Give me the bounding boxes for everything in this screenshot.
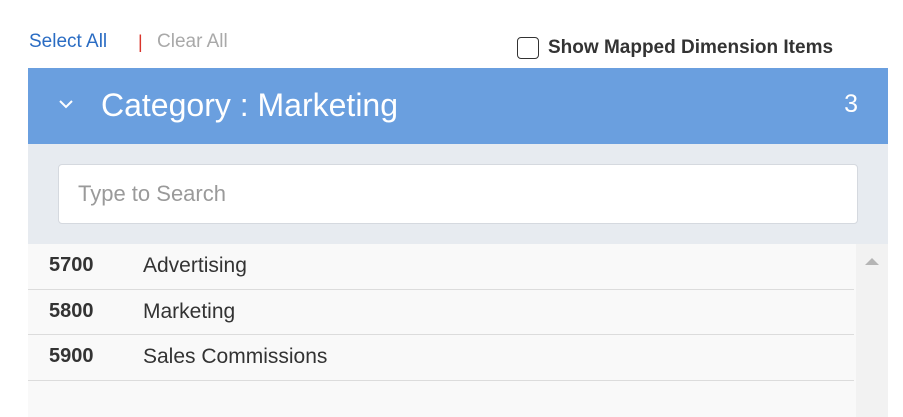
show-mapped-toggle[interactable]: Show Mapped Dimension Items (517, 37, 833, 59)
list-item[interactable]: 5800 Marketing (28, 290, 854, 335)
category-title: Category : Marketing (101, 87, 399, 123)
item-name: Sales Commissions (143, 345, 328, 368)
item-name: Marketing (143, 299, 236, 323)
action-separator: | (138, 32, 143, 52)
list-scrollbar[interactable] (856, 244, 888, 417)
search-area (28, 144, 888, 244)
list-item[interactable]: 5700 Advertising (28, 244, 854, 290)
item-code: 5800 (49, 299, 94, 322)
item-list-area: 5700 Advertising 5800 Marketing 5900 Sal… (28, 244, 888, 417)
category-count-badge: 3 (844, 90, 858, 118)
action-row: Select All | Clear All Show Mapped Dimen… (0, 0, 903, 68)
list-item[interactable]: 5900 Sales Commissions (28, 335, 854, 381)
clear-all-link[interactable]: Clear All (157, 31, 228, 53)
search-input[interactable] (58, 164, 858, 224)
category-header[interactable]: Category : Marketing 3 (28, 68, 888, 144)
show-mapped-checkbox[interactable] (517, 37, 539, 59)
dimension-items-panel: Select All | Clear All Show Mapped Dimen… (0, 0, 903, 417)
scroll-up-arrow-icon[interactable] (865, 258, 879, 265)
item-code: 5900 (49, 345, 94, 367)
show-mapped-label: Show Mapped Dimension Items (548, 37, 834, 58)
item-code: 5700 (49, 254, 94, 276)
item-name: Advertising (143, 254, 247, 277)
item-list: 5700 Advertising 5800 Marketing 5900 Sal… (28, 244, 854, 381)
chevron-down-icon[interactable] (58, 96, 74, 112)
select-all-link[interactable]: Select All (29, 31, 107, 53)
